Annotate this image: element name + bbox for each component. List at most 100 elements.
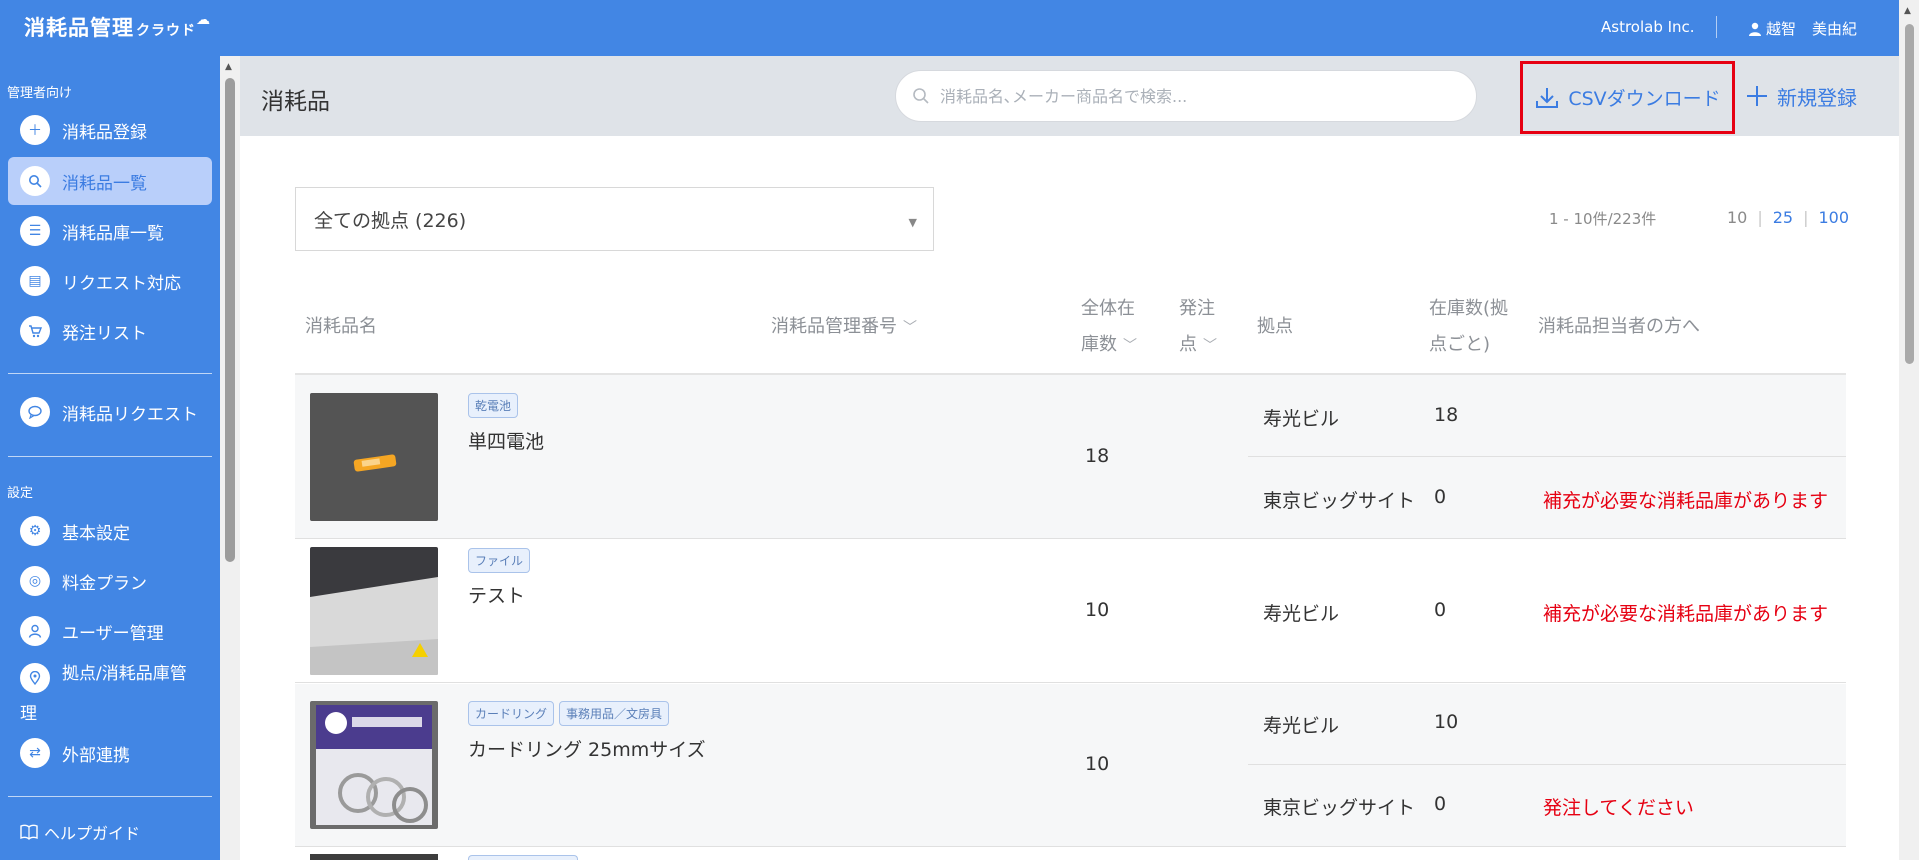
sidebar-scroll-thumb[interactable] [225,78,235,562]
download-icon [1536,87,1559,108]
clipboard-icon: ▤ [20,266,50,296]
plus-icon [1747,86,1767,106]
sidebar-divider [8,456,212,457]
chevron-down-icon: ﹀ [903,320,917,336]
replenish-alert: 補充が必要な消耗品庫があります [1543,490,1829,512]
sidebar-item-label: 料金プラン [62,573,147,594]
sidebar-item-user-management[interactable]: ユーザー管理 [8,607,212,655]
sidebar-item-label: 消耗品登録 [62,122,147,143]
scroll-up-arrow-icon[interactable]: ▲ [1904,6,1911,16]
search-icon [913,88,929,104]
main-scrollbar[interactable]: ▲ [1899,0,1919,860]
chevron-down-icon: ﹀ [1203,338,1217,354]
sidebar-item-requests[interactable]: ▤ リクエスト対応 [8,257,212,305]
cloud-icon: ☁ [196,12,211,28]
sidebar-item-label: 基本設定 [62,523,130,544]
category-tag[interactable]: 乾電池 [468,393,519,418]
location-filter-value: 全ての拠点 (226) [314,209,467,232]
help-guide-label: ヘルプガイド [44,824,141,843]
location-name: 寿光ビル [1263,715,1340,737]
product-thumbnail-card-ring[interactable] [310,701,438,829]
new-register-button[interactable]: 新規登録 [1745,76,1857,116]
col-header-total-stock[interactable]: 全体在 庫数 ﹀ [1081,291,1137,364]
search-icon [20,166,50,196]
user-icon [20,616,50,646]
per-page-10[interactable]: 10 [1727,208,1747,227]
sidebar-item-basic-settings[interactable]: ⚙ 基本設定 [8,507,212,555]
product-thumbnail-test[interactable] [310,547,438,675]
location-filter-select[interactable]: 全ての拠点 (226) ▼ [295,187,934,251]
sidebar-item-item-request[interactable]: 消耗品リクエスト [8,388,212,436]
category-tag[interactable]: ファイル [468,548,531,573]
section-admin-label: 管理者向け [7,86,73,101]
result-count: 1 - 10件/223件 [1549,210,1657,228]
main-scroll-thumb[interactable] [1905,24,1914,364]
logo-sub-text: クラウド [136,23,196,39]
col-header-name: 消耗品名 [305,316,377,337]
col-header-order-point[interactable]: 発注点 ﹀ [1179,291,1217,364]
col-header-stock-per-location: 在庫数(拠 点ごと) [1429,291,1508,363]
per-page-separator: | [1757,208,1763,227]
cart-icon [20,316,50,346]
tag-list: ファイル [468,548,531,573]
header-divider [1716,16,1717,38]
sidebar-item-location-management[interactable]: 拠点/消耗品庫管 [8,657,212,717]
table-row[interactable]: 乾電池 単四電池 18 寿光ビル 18 東京ビッグサイト 0 補充が必要な消耗品… [295,375,1846,539]
category-tag-partial [468,855,578,860]
sidebar-item-label: リクエスト対応 [62,273,181,294]
replenish-alert: 補充が必要な消耗品庫があります [1543,603,1829,625]
order-alert: 発注してください [1543,797,1694,819]
col-header-stock-line2: 点ごと) [1429,334,1491,355]
per-page-separator: | [1803,208,1809,227]
csv-download-label: CSVダウンロード [1568,88,1721,110]
search-box[interactable] [895,70,1477,122]
location-divider [1248,456,1846,457]
tag-list: カードリング 事務用品／文房具 [468,701,670,726]
top-bar: 消耗品管理 クラウド☁ Astrolab Inc. 越智 美由紀 [0,0,1919,56]
product-thumbnail-battery[interactable] [310,393,438,521]
per-page-25[interactable]: 25 [1773,208,1793,227]
tag-list: 乾電池 [468,393,519,418]
page-title: 消耗品 [261,89,330,115]
user-first-name: 美由紀 [1812,20,1858,38]
per-page-100[interactable]: 100 [1819,208,1850,227]
table-row[interactable]: ファイル テスト 10 寿光ビル 0 補充が必要な消耗品庫があります [295,540,1846,683]
category-tag[interactable]: カードリング [468,701,555,726]
sidebar-item-label-line1: 拠点/消耗品庫管 [62,664,187,684]
sidebar-item-register[interactable]: ＋ 消耗品登録 [8,106,212,154]
location-stock: 0 [1434,486,1447,508]
sidebar-divider [8,796,212,797]
col-header-total-stock-line2: 庫数 [1081,334,1117,355]
location-name: 寿光ビル [1263,408,1340,430]
sidebar-scrollbar[interactable]: ▲ [220,56,240,860]
app-logo[interactable]: 消耗品管理 クラウド☁ [24,12,211,42]
scroll-up-arrow-icon[interactable]: ▲ [225,62,232,72]
help-guide-link[interactable]: ヘルプガイド [20,820,140,844]
category-tag[interactable]: 事務用品／文房具 [559,701,670,726]
total-stock: 18 [1085,445,1110,467]
product-name[interactable]: テスト [468,581,525,608]
product-name[interactable]: カードリング 25mmサイズ [468,735,706,762]
col-header-order-point-line2: 点 [1179,334,1197,355]
product-name[interactable]: 単四電池 [468,427,544,454]
sidebar-item-label: 外部連携 [62,745,130,766]
book-icon [20,824,38,840]
csv-download-button[interactable]: CSVダウンロード [1520,61,1735,134]
sidebar-item-pricing[interactable]: ◎ 料金プラン [8,557,212,605]
sidebar-item-label-line2: 理 [20,704,37,724]
search-input[interactable] [940,86,1440,106]
user-menu[interactable]: 越智 美由紀 [1748,18,1857,39]
col-header-location: 拠点 [1257,316,1293,337]
col-header-mgmt-no-label: 消耗品管理番号 [771,316,897,337]
sidebar-item-integrations[interactable]: ⇄ 外部連携 [8,729,212,777]
col-header-mgmt-no[interactable]: 消耗品管理番号 ﹀ [771,309,917,346]
sidebar: 管理者向け ＋ 消耗品登録 消耗品一覧 ☰ 消耗品庫一覧 ▤ リクエスト対応 発… [0,56,220,860]
sidebar-item-list[interactable]: 消耗品一覧 [8,157,212,205]
location-stock: 0 [1434,793,1447,815]
product-thumbnail-partial [310,854,438,860]
sidebar-item-order-list[interactable]: 発注リスト [8,307,212,355]
table-row[interactable] [295,848,1846,860]
sidebar-item-storage-list[interactable]: ☰ 消耗品庫一覧 [8,207,212,255]
total-stock: 10 [1085,753,1110,775]
table-row[interactable]: カードリング 事務用品／文房具 カードリング 25mmサイズ 10 寿光ビル 1… [295,684,1846,847]
